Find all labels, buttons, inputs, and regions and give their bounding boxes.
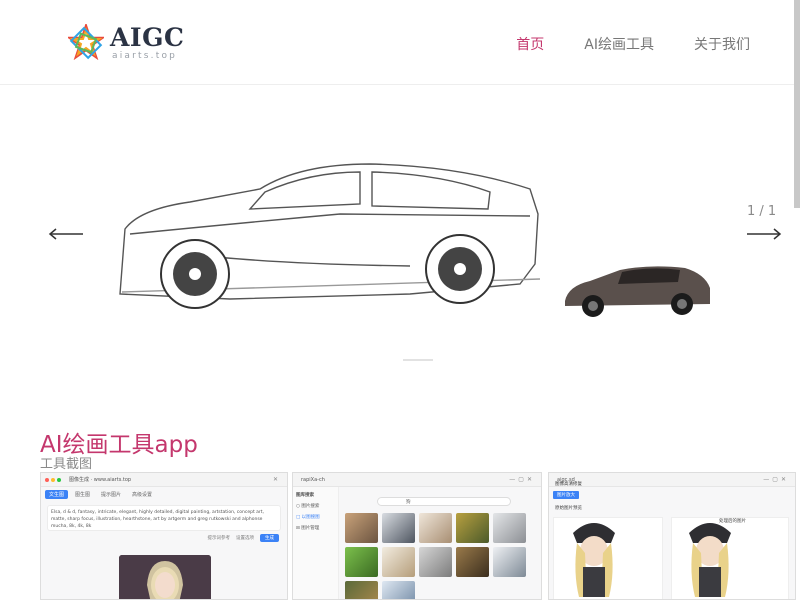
logo-star-icon — [68, 24, 104, 60]
site-header: AIGC aiarts.top 首页 AI绘画工具 关于我们 — [0, 0, 800, 85]
dog-thumbnail — [382, 513, 415, 543]
sidebar-item-manage: ⊟ 图片管理 — [296, 526, 320, 531]
search-input: 狗 — [377, 497, 511, 506]
nav-item-about[interactable]: 关于我们 — [694, 34, 750, 54]
tab-prompt-image: 提示图片 — [101, 492, 122, 498]
window-title: 图像生成 · www.aiarts.top — [69, 477, 132, 483]
dog-thumbnail — [382, 581, 415, 599]
section-subtitle: 工具截图 — [40, 457, 93, 472]
slide-counter: 1 / 1 — [747, 204, 777, 219]
dog-thumbnail — [419, 547, 452, 577]
image-grid — [345, 513, 526, 599]
screenshot-text-to-image[interactable]: 图像生成 · www.aiarts.top ✕ 文生图 图生图 提示图片 高级设… — [40, 472, 288, 600]
dog-thumbnail — [345, 581, 378, 599]
dog-thumbnail — [345, 547, 378, 577]
window-controls-icon: —▢✕ — [763, 476, 789, 483]
sidebar-item-image-search: □ 以图搜图 — [296, 515, 320, 520]
dog-thumbnail — [456, 547, 489, 577]
app-sidebar: 图库搜索 ○ 图片搜索 □ 以图搜图 ⊟ 图片管理 — [293, 487, 339, 599]
anime-character-original-image — [573, 523, 615, 597]
app-tabs: 文生图 图生图 提示图片 高级设置 — [41, 487, 287, 502]
window-controls-icon: ✕ — [272, 476, 281, 483]
anime-character-processed-image — [689, 523, 731, 597]
nav-item-ai-tools[interactable]: AI绘画工具 — [584, 34, 654, 54]
screenshot-image-search[interactable]: rapiXa-ch —▢✕ 图库搜索 ○ 图片搜索 □ 以图搜图 ⊟ 图片管理 … — [292, 472, 542, 600]
dog-thumbnail — [456, 513, 489, 543]
window-titlebar: aigc.sd —▢✕ — [549, 473, 795, 487]
dog-thumbnail — [419, 513, 452, 543]
search-value: 狗 — [406, 500, 411, 505]
sidebar-title: 图库搜索 — [296, 493, 314, 498]
rendered-car-image — [565, 266, 710, 317]
tab-advanced: 高级设置 — [132, 492, 153, 498]
slide-indicator[interactable] — [403, 359, 433, 361]
tab-text-to-image: 文生图 — [45, 490, 69, 499]
prompt-reference-link: 提示词参考 — [207, 536, 231, 541]
window-titlebar: 图像生成 · www.aiarts.top ✕ — [41, 473, 287, 487]
logo-text: AIGC — [110, 23, 185, 52]
upscale-tab: 图片放大 — [553, 491, 579, 499]
tab-image-to-image: 图生图 — [75, 492, 91, 498]
prompt-actions: 提示词参考 设置选项 生成 — [41, 534, 287, 542]
dog-thumbnail — [493, 547, 526, 577]
window-title: rapiXa-ch — [301, 477, 325, 483]
settings-link: 设置选项 — [236, 536, 254, 541]
main-nav: 首页 AI绘画工具 关于我们 — [516, 34, 750, 54]
logo-subtext: aiarts.top — [112, 51, 178, 61]
site-logo[interactable]: AIGC aiarts.top — [68, 24, 184, 64]
window-titlebar: rapiXa-ch —▢✕ — [293, 473, 541, 487]
nav-item-home[interactable]: 首页 — [516, 34, 544, 54]
window-controls-icon: —▢✕ — [509, 476, 535, 483]
prompt-text: Elsa, d & d, fantasy, intricate, elegant… — [47, 505, 281, 531]
dog-thumbnail — [493, 513, 526, 543]
original-label: 原始图片预览 — [555, 506, 582, 511]
screenshot-image-upscale[interactable]: aigc.sd —▢✕ 图像高清修复 图片放大 原始图片预览 处理后的图片 — [548, 472, 796, 600]
window-dots-icon — [45, 478, 61, 482]
hero-slider: 1 / 1 — [0, 86, 800, 390]
arrow-left-icon[interactable] — [48, 226, 84, 242]
app-heading: 图像高清修复 — [555, 482, 582, 487]
arrow-right-icon[interactable] — [746, 226, 782, 242]
dog-thumbnail — [382, 547, 415, 577]
generate-button: 生成 — [260, 534, 279, 542]
generated-portrait-image — [119, 555, 211, 599]
dog-thumbnail — [345, 513, 378, 543]
car-sketch-image — [119, 163, 541, 309]
sidebar-item-search: ○ 图片搜索 — [296, 504, 320, 509]
